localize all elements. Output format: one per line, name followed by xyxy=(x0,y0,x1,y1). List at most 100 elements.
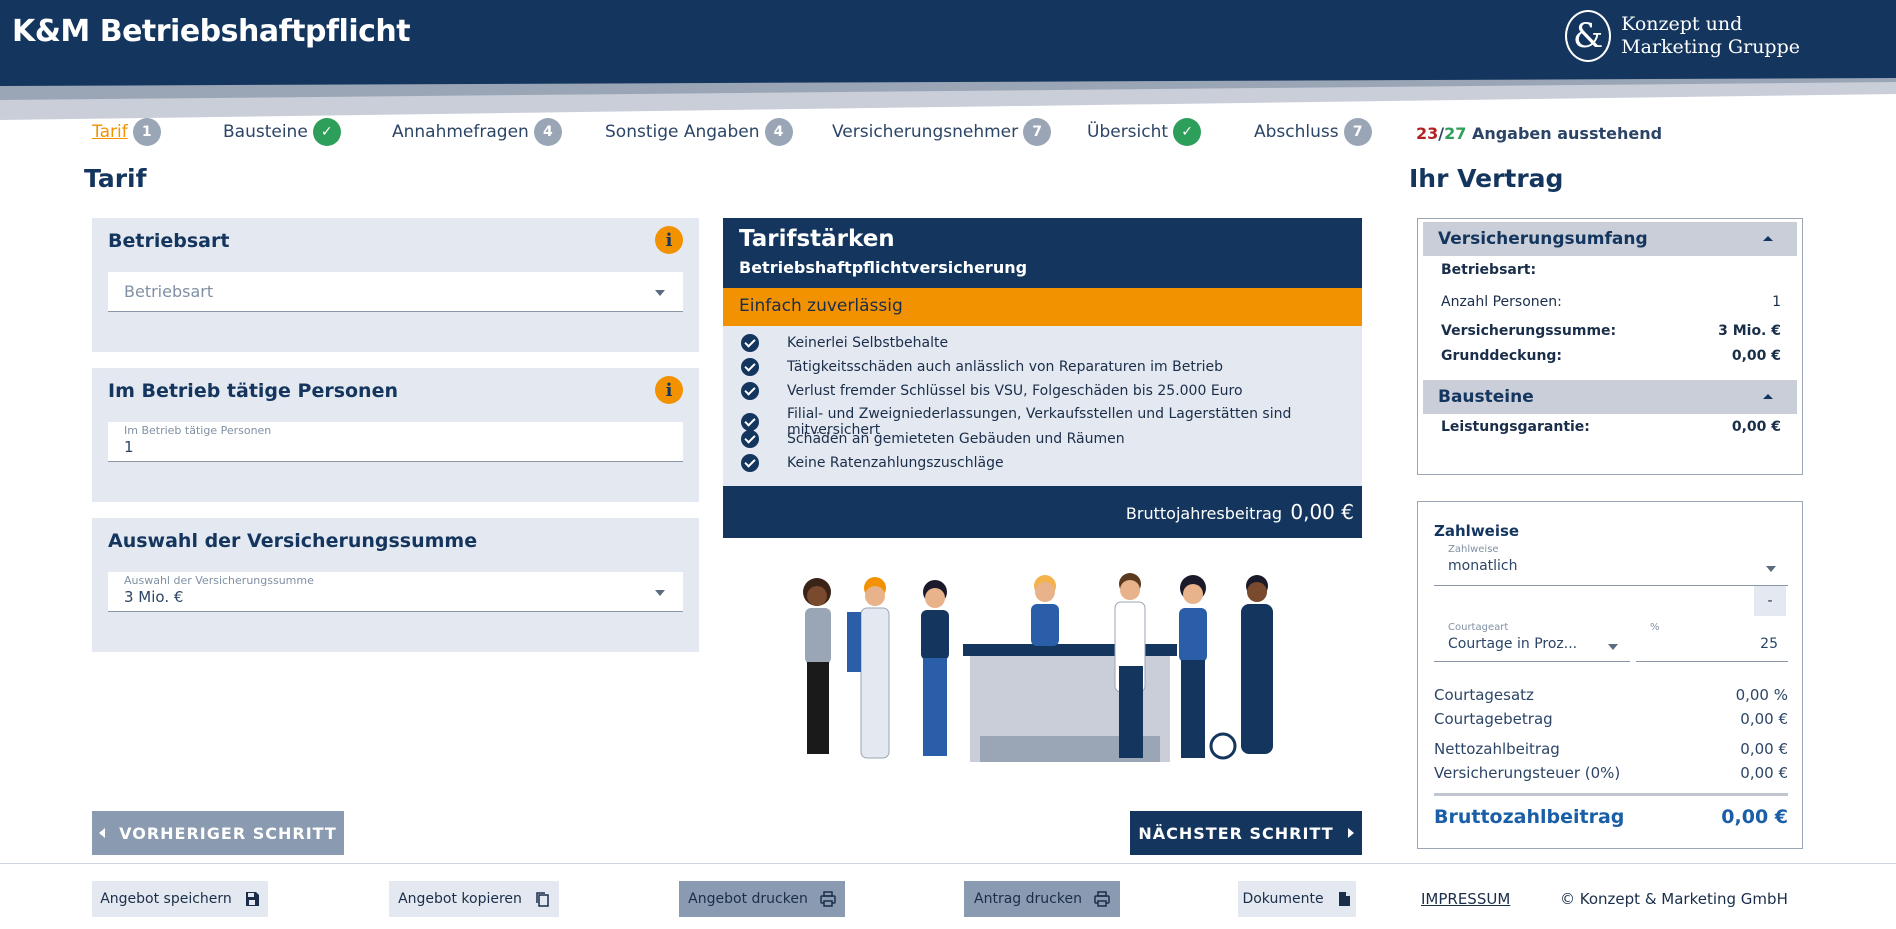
page-title: Tarif xyxy=(84,164,147,193)
versicherungssumme-select[interactable]: Auswahl der Versicherungssumme 3 Mio. € xyxy=(108,572,683,612)
save-offer-button[interactable]: Angebot speichern xyxy=(92,881,268,917)
app-header: K&M Betriebshaftpflicht & Konzept und Ma… xyxy=(0,0,1896,76)
step-count-badge: 1 xyxy=(132,118,161,146)
chevron-left-icon xyxy=(99,828,106,838)
step-count-badge: 7 xyxy=(1023,118,1052,146)
info-icon[interactable]: i xyxy=(655,376,683,404)
field-value: 25 xyxy=(1760,636,1778,652)
pending-total-count: 27 xyxy=(1444,124,1467,143)
summary-row: Anzahl Personen: 1 xyxy=(1441,294,1781,310)
copy-icon xyxy=(536,892,549,907)
row-label: Anzahl Personen: xyxy=(1441,294,1562,310)
row-label: Courtagesatz xyxy=(1434,686,1534,704)
remove-button[interactable]: - xyxy=(1754,586,1786,616)
checkmark-icon: ✓ xyxy=(312,118,341,146)
total-value: 0,00 € xyxy=(1721,806,1788,828)
row-label: Leistungsgarantie: xyxy=(1441,419,1590,435)
step-tarif[interactable]: Tarif 1 xyxy=(92,118,161,146)
chevron-up-icon xyxy=(1763,236,1773,241)
row-value: 0,00 € xyxy=(1740,764,1788,782)
divider xyxy=(1434,793,1788,796)
field-label: Auswahl der Versicherungssumme xyxy=(124,574,314,587)
team-illustration xyxy=(803,573,1273,762)
check-circle-icon xyxy=(741,358,759,376)
previous-step-label: VORHERIGER SCHRITT xyxy=(119,823,337,843)
copy-offer-button[interactable]: Angebot kopieren xyxy=(389,881,559,917)
documents-button[interactable]: Dokumente xyxy=(1238,881,1356,917)
step-sonstige-angaben[interactable]: Sonstige Angaben 4 xyxy=(605,118,793,146)
print-application-button[interactable]: Antrag drucken xyxy=(964,881,1120,917)
next-step-button[interactable]: NÄCHSTER SCHRITT xyxy=(1130,811,1362,855)
list-item: Tätigkeitsschäden auch anlässlich von Re… xyxy=(741,358,1223,376)
print-offer-button[interactable]: Angebot drucken xyxy=(679,881,845,917)
step-count-badge: 4 xyxy=(764,118,793,146)
betriebsart-placeholder: Betriebsart xyxy=(124,282,214,301)
button-label: Angebot speichern xyxy=(100,891,232,907)
field-label: Zahlweise xyxy=(1448,544,1499,555)
percent-input[interactable]: % 25 xyxy=(1636,622,1788,662)
list-item: Keine Ratenzahlungszuschläge xyxy=(741,454,1004,472)
pending-counter: 23/27 Angaben ausstehend xyxy=(1416,124,1662,143)
list-item: Keinerlei Selbstbehalte xyxy=(741,334,948,352)
item-text: Tätigkeitsschäden auch anlässlich von Re… xyxy=(787,359,1223,375)
step-label: Sonstige Angaben xyxy=(605,122,760,142)
button-label: Antrag drucken xyxy=(974,891,1082,907)
step-annahmefragen[interactable]: Annahmefragen 4 xyxy=(392,118,562,146)
field-label: % xyxy=(1650,622,1660,633)
pending-open-count: 23 xyxy=(1416,124,1439,143)
check-circle-icon xyxy=(741,382,759,400)
row-value: 0,00 € xyxy=(1731,348,1781,364)
payment-panel: Zahlweise Zahlweise monatlich - Courtage… xyxy=(1417,501,1803,849)
step-label: Übersicht xyxy=(1087,122,1169,142)
printer-icon xyxy=(820,891,836,907)
row-label: Nettozahlbeitrag xyxy=(1434,740,1560,758)
card-versicherungssumme: Auswahl der Versicherungssumme Auswahl d… xyxy=(92,518,699,652)
previous-step-button[interactable]: VORHERIGER SCHRITT xyxy=(92,811,344,855)
contract-heading: Ihr Vertrag xyxy=(1409,164,1564,193)
payment-row: Versicherungsteuer (0%) 0,00 € xyxy=(1434,764,1788,782)
strengths-highlight: Einfach zuverlässig xyxy=(723,288,1362,326)
personen-input[interactable]: Im Betrieb tätige Personen 1 xyxy=(108,422,683,462)
row-value: 0,00 % xyxy=(1735,686,1788,704)
row-value: 3 Mio. € xyxy=(1718,323,1781,339)
info-icon[interactable]: i xyxy=(655,226,683,254)
strengths-subtitle: Betriebshaftpflichtversicherung xyxy=(739,258,1028,277)
payment-row: Courtagesatz 0,00 % xyxy=(1434,686,1788,704)
checkmark-icon: ✓ xyxy=(1173,118,1202,146)
strengths-header: Tarifstärken Betriebshaftpflichtversiche… xyxy=(723,218,1362,288)
step-versicherungsnehmer[interactable]: Versicherungsnehmer 7 xyxy=(832,118,1052,146)
step-abschluss[interactable]: Abschluss 7 xyxy=(1254,118,1372,146)
item-text: Verlust fremder Schlüssel bis VSU, Folge… xyxy=(787,383,1243,399)
row-label: Versicherungssumme: xyxy=(1441,323,1617,339)
field-value: 3 Mio. € xyxy=(124,588,184,606)
card-personen: Im Betrieb tätige Personen i Im Betrieb … xyxy=(92,368,699,502)
field-label: Im Betrieb tätige Personen xyxy=(124,424,272,437)
caret-down-icon xyxy=(1608,644,1618,650)
field-value: Courtage in Proz... xyxy=(1448,636,1578,652)
button-label: Dokumente xyxy=(1242,891,1324,907)
floppy-disk-icon xyxy=(245,892,259,906)
brand-line-1: Konzept und xyxy=(1621,13,1743,35)
impressum-link[interactable]: IMPRESSUM xyxy=(1421,890,1510,908)
modules-section-header[interactable]: Bausteine xyxy=(1423,380,1797,414)
step-bausteine[interactable]: Bausteine ✓ xyxy=(223,118,341,146)
payment-row: Courtagebetrag 0,00 € xyxy=(1434,710,1788,728)
check-circle-icon xyxy=(741,413,759,431)
list-item: Schäden an gemieteten Gebäuden und Räume… xyxy=(741,430,1125,448)
step-uebersicht[interactable]: Übersicht ✓ xyxy=(1087,118,1202,146)
courtageart-select[interactable]: Courtageart Courtage in Proz... xyxy=(1434,622,1630,662)
row-value: 1 xyxy=(1772,294,1781,310)
section-title: Versicherungsumfang xyxy=(1438,229,1648,249)
summary-row: Leistungsgarantie: 0,00 € xyxy=(1441,419,1781,435)
scope-section-header[interactable]: Versicherungsumfang xyxy=(1423,222,1797,256)
zahlweise-select[interactable]: Zahlweise monatlich xyxy=(1434,544,1788,586)
list-item: Verlust fremder Schlüssel bis VSU, Folge… xyxy=(741,382,1243,400)
betriebsart-select[interactable]: Betriebsart xyxy=(108,272,683,312)
field-value: monatlich xyxy=(1448,558,1518,574)
header-swoosh xyxy=(0,76,1896,120)
copyright-text: © Konzept & Marketing GmbH xyxy=(1560,890,1788,908)
caret-down-icon xyxy=(655,590,665,596)
button-label: Angebot drucken xyxy=(688,891,808,907)
item-text: Schäden an gemieteten Gebäuden und Räume… xyxy=(787,431,1125,447)
step-label: Versicherungsnehmer xyxy=(832,122,1019,142)
